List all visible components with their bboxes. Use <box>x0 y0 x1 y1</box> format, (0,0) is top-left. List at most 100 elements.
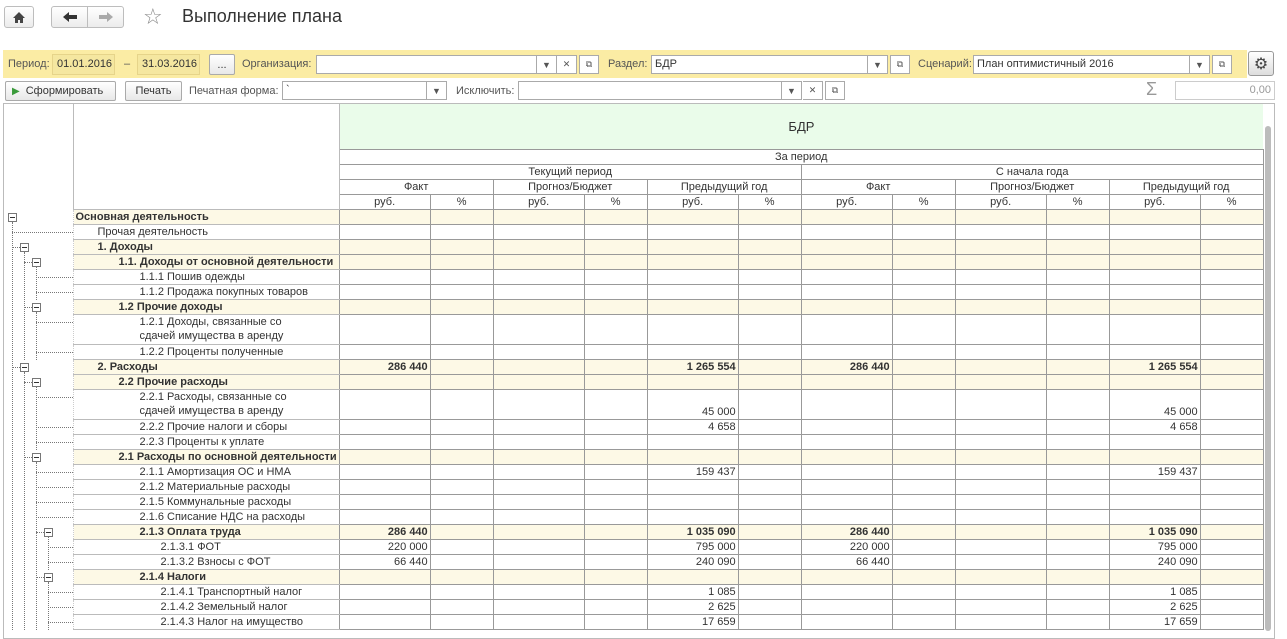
value-cell[interactable] <box>1045 539 1110 555</box>
collapse-toggle-icon[interactable] <box>8 213 17 222</box>
value-cell[interactable] <box>1199 554 1264 570</box>
value-cell[interactable] <box>338 374 431 390</box>
value-cell[interactable] <box>891 209 956 225</box>
value-cell[interactable] <box>338 269 431 285</box>
value-cell[interactable] <box>891 554 956 570</box>
table-row[interactable]: 1.2.1 Доходы, связанные со сдачей имущест… <box>4 314 1264 345</box>
value-cell[interactable] <box>492 584 585 600</box>
value-cell[interactable]: 17 659 <box>646 614 739 630</box>
value-cell[interactable] <box>891 494 956 510</box>
value-cell[interactable] <box>492 239 585 255</box>
value-cell[interactable] <box>1199 299 1264 315</box>
value-cell[interactable]: 240 090 <box>1108 554 1201 570</box>
value-cell[interactable] <box>429 464 494 480</box>
value-cell[interactable] <box>429 374 494 390</box>
value-cell[interactable] <box>646 269 739 285</box>
value-cell[interactable] <box>338 464 431 480</box>
value-cell[interactable] <box>646 224 739 240</box>
value-cell[interactable] <box>338 614 431 630</box>
value-cell[interactable] <box>737 554 802 570</box>
value-cell[interactable]: 286 440 <box>338 359 431 375</box>
value-cell[interactable] <box>800 209 893 225</box>
report-spreadsheet[interactable]: БДР За период Текущий период С начала го… <box>3 103 1275 639</box>
value-cell[interactable] <box>492 224 585 240</box>
collapse-toggle-icon[interactable] <box>44 573 53 582</box>
value-cell[interactable] <box>646 344 739 360</box>
value-cell[interactable] <box>429 524 494 540</box>
value-cell[interactable] <box>338 314 431 345</box>
value-cell[interactable]: 240 090 <box>646 554 739 570</box>
forward-button[interactable] <box>87 6 124 28</box>
collapse-toggle-icon[interactable] <box>32 453 41 462</box>
value-cell[interactable] <box>429 209 494 225</box>
value-cell[interactable] <box>338 389 431 420</box>
value-cell[interactable] <box>800 434 893 450</box>
value-cell[interactable] <box>1045 479 1110 495</box>
value-cell[interactable] <box>1108 449 1201 465</box>
value-cell[interactable] <box>646 239 739 255</box>
value-cell[interactable] <box>1199 449 1264 465</box>
value-cell[interactable] <box>737 344 802 360</box>
table-row[interactable]: Прочая деятельность <box>4 224 1264 240</box>
value-cell[interactable] <box>737 449 802 465</box>
value-cell[interactable] <box>492 419 585 435</box>
value-cell[interactable] <box>429 299 494 315</box>
table-row[interactable]: 2.1.3.1 ФОТ 220 000 795 000 220 000 795 000 <box>4 539 1264 555</box>
value-cell[interactable] <box>800 464 893 480</box>
value-cell[interactable] <box>646 494 739 510</box>
value-cell[interactable] <box>891 254 956 270</box>
value-cell[interactable] <box>954 554 1047 570</box>
value-cell[interactable] <box>492 389 585 420</box>
value-cell[interactable] <box>429 584 494 600</box>
value-cell[interactable] <box>954 314 1047 345</box>
value-cell[interactable] <box>800 569 893 585</box>
exclude-field[interactable] <box>518 81 782 100</box>
value-cell[interactable] <box>1045 299 1110 315</box>
value-cell[interactable] <box>954 524 1047 540</box>
value-cell[interactable] <box>338 284 431 300</box>
value-cell[interactable] <box>1108 269 1201 285</box>
value-cell[interactable] <box>338 299 431 315</box>
scenario-open-button[interactable]: ⧉ <box>1212 55 1232 74</box>
org-clear-button[interactable]: ✕ <box>557 55 577 74</box>
value-cell[interactable] <box>492 509 585 525</box>
value-cell[interactable] <box>954 584 1047 600</box>
value-cell[interactable] <box>1108 494 1201 510</box>
value-cell[interactable] <box>954 509 1047 525</box>
value-cell[interactable] <box>492 284 585 300</box>
value-cell[interactable] <box>1108 239 1201 255</box>
value-cell[interactable] <box>800 344 893 360</box>
value-cell[interactable] <box>646 479 739 495</box>
period-select-button[interactable]: ... <box>209 54 235 75</box>
value-cell[interactable] <box>1199 419 1264 435</box>
value-cell[interactable] <box>492 314 585 345</box>
value-cell[interactable] <box>1199 389 1264 420</box>
value-cell[interactable] <box>954 614 1047 630</box>
value-cell[interactable] <box>1045 374 1110 390</box>
value-cell[interactable] <box>1045 344 1110 360</box>
value-cell[interactable] <box>583 299 648 315</box>
value-cell[interactable] <box>646 314 739 345</box>
value-cell[interactable] <box>737 239 802 255</box>
table-row[interactable]: 1.2.2 Проценты полученные <box>4 344 1264 360</box>
value-cell[interactable] <box>1108 254 1201 270</box>
value-cell[interactable] <box>954 374 1047 390</box>
value-cell[interactable] <box>737 419 802 435</box>
collapse-toggle-icon[interactable] <box>32 303 41 312</box>
value-cell[interactable] <box>1045 509 1110 525</box>
value-cell[interactable] <box>1108 299 1201 315</box>
value-cell[interactable] <box>1045 209 1110 225</box>
table-row[interactable]: 2.1.6 Списание НДС на расходы <box>4 509 1264 525</box>
back-button[interactable] <box>51 6 88 28</box>
collapse-toggle-icon[interactable] <box>20 243 29 252</box>
value-cell[interactable] <box>583 509 648 525</box>
value-cell[interactable] <box>646 209 739 225</box>
value-cell[interactable]: 1 085 <box>1108 584 1201 600</box>
value-cell[interactable] <box>954 284 1047 300</box>
value-cell[interactable] <box>1199 434 1264 450</box>
exclude-open-button[interactable]: ⧉ <box>825 81 845 100</box>
value-cell[interactable] <box>1108 434 1201 450</box>
table-row[interactable]: 2.1.2 Материальные расходы <box>4 479 1264 495</box>
value-cell[interactable] <box>800 479 893 495</box>
value-cell[interactable] <box>1045 494 1110 510</box>
